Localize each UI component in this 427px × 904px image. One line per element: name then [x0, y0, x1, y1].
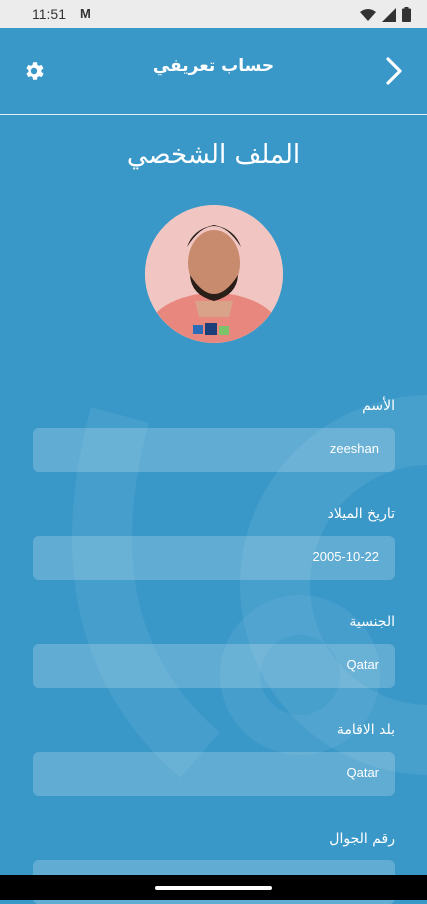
gmail-notification-icon: M — [80, 6, 91, 21]
system-nav-bar — [0, 875, 427, 900]
name-value: zeeshan — [329, 441, 379, 456]
wifi-icon — [360, 8, 376, 21]
app-bar: حساب تعريفي — [0, 28, 427, 114]
page-title: الملف الشخصي — [126, 140, 301, 170]
status-icons — [360, 7, 411, 22]
nationality-label: الجنسية — [349, 614, 395, 630]
status-time: 11:51 — [32, 6, 66, 22]
birth-date-field[interactable]: 2005-10-22 — [33, 536, 395, 580]
residence-country-label: بلد الاقامة — [336, 722, 395, 738]
residence-country-field[interactable]: Qatar — [33, 752, 395, 796]
name-field[interactable]: zeeshan — [33, 428, 395, 472]
status-bar: 11:51 M — [0, 0, 427, 28]
birth-date-value: 2005-10-22 — [312, 549, 380, 564]
header-divider — [0, 114, 427, 115]
name-label: الأسم — [362, 398, 395, 414]
chevron-right-icon[interactable] — [383, 56, 405, 86]
mobile-label: رقم الجوال — [329, 831, 395, 847]
nationality-field[interactable]: Qatar — [33, 644, 395, 688]
nationality-value: Qatar — [346, 657, 379, 672]
home-gesture-handle[interactable] — [155, 886, 272, 890]
avatar-photo — [145, 205, 283, 343]
avatar[interactable] — [145, 205, 283, 343]
birth-date-label: تاريخ الميلاد — [327, 506, 395, 522]
battery-icon — [402, 7, 411, 22]
header-title: حساب تعريفي — [152, 56, 275, 76]
signal-icon — [382, 7, 396, 22]
residence-country-value: Qatar — [346, 765, 379, 780]
